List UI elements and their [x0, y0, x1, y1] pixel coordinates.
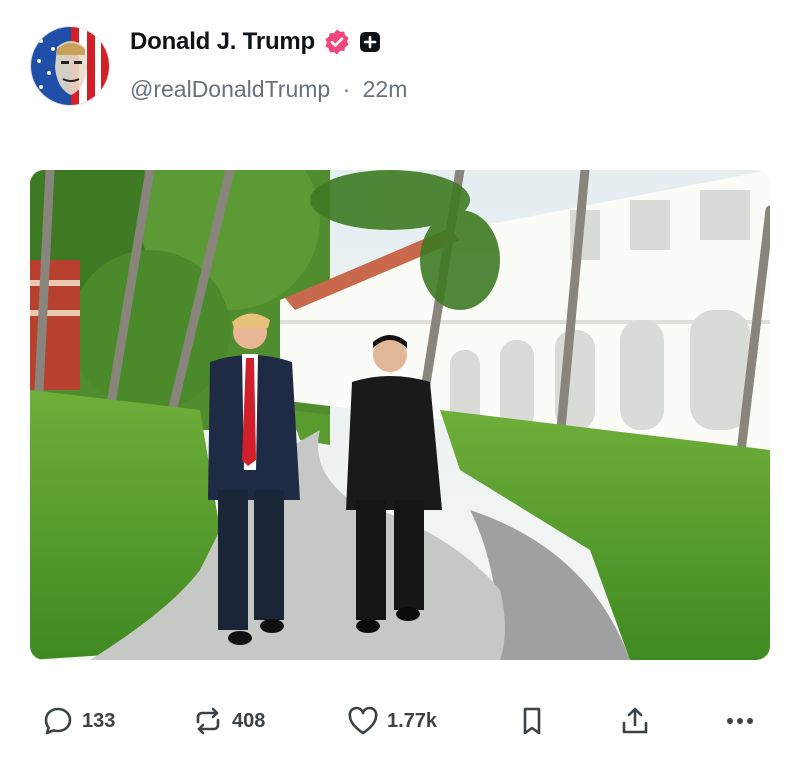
- heart-icon: [348, 706, 378, 735]
- reply-count: 133: [82, 709, 116, 732]
- author-display-name[interactable]: Donald J. Trump: [130, 28, 315, 56]
- flag-portrait-avatar-icon: [31, 27, 109, 105]
- post-action-bar: 133 408 1.77k: [0, 698, 800, 744]
- author-handle[interactable]: @realDonaldTrump: [130, 76, 330, 102]
- photo-two-men-walking-garden-icon: [30, 170, 770, 660]
- reply-bubble-icon: [44, 707, 72, 735]
- author-name-row: Donald J. Trump: [130, 28, 381, 56]
- post-media-photo[interactable]: [30, 170, 770, 660]
- repost-count: 408: [232, 709, 266, 732]
- verified-badge-icon: [323, 28, 351, 56]
- meta-separator: ·: [342, 76, 351, 102]
- author-meta-row: @realDonaldTrump · 22m: [130, 76, 407, 103]
- more-dots-icon: [727, 718, 753, 724]
- post-timestamp[interactable]: 22m: [363, 76, 408, 102]
- bookmark-button[interactable]: [514, 698, 550, 744]
- more-options-button[interactable]: [722, 698, 758, 744]
- repost-button[interactable]: 408: [190, 698, 265, 744]
- like-button[interactable]: 1.77k: [345, 698, 437, 744]
- author-avatar[interactable]: [30, 26, 110, 106]
- repost-arrows-icon: [196, 707, 220, 735]
- like-count: 1.77k: [387, 709, 438, 732]
- share-upload-icon: [622, 707, 648, 734]
- follow-plus-icon[interactable]: [359, 31, 381, 53]
- reply-button[interactable]: 133: [40, 698, 115, 744]
- share-button[interactable]: [617, 698, 653, 744]
- bookmark-icon: [523, 707, 541, 735]
